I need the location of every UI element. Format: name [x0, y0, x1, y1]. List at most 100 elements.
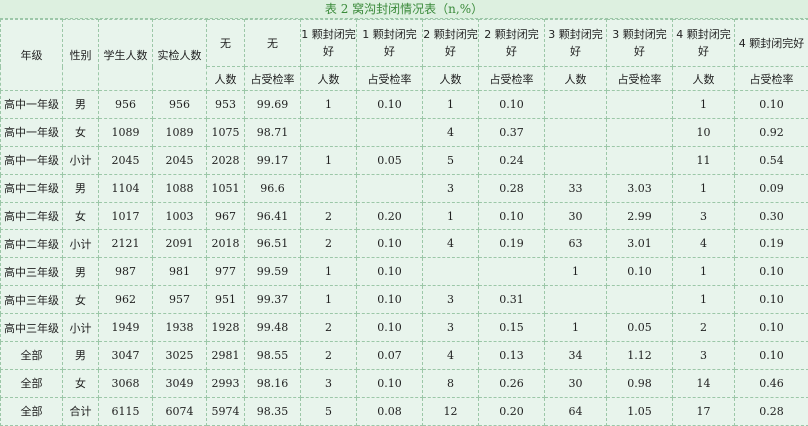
cell-value: 2091	[153, 230, 207, 258]
cell-value: 3	[301, 369, 357, 397]
cell-gender: 男	[63, 174, 99, 202]
cell-value: 1	[301, 91, 357, 119]
cell-value: 98.35	[245, 397, 301, 425]
cell-value: 0.10	[735, 314, 808, 342]
cell-value: 3068	[99, 369, 153, 397]
cell-value: 0.10	[479, 202, 545, 230]
header-group-sub: 人数	[207, 67, 245, 91]
cell-value: 0.10	[357, 258, 423, 286]
header-group-top: 3 颗封闭完好	[545, 20, 607, 67]
cell-value: 1104	[99, 174, 153, 202]
cell-value: 1.12	[607, 342, 673, 370]
cell-value: 967	[207, 202, 245, 230]
table-row: 全部合计61156074597498.3550.08120.20641.0517…	[1, 397, 808, 425]
cell-value: 0.08	[357, 397, 423, 425]
table-row: 高中三年级男98798197799.5910.1010.1010.10	[1, 258, 808, 286]
cell-value: 1938	[153, 314, 207, 342]
header-group-sub: 占受检率	[357, 67, 423, 91]
cell-grade: 高中三年级	[1, 286, 63, 314]
header-group-top: 2 颗封闭完好	[479, 20, 545, 67]
cell-value: 0.26	[479, 369, 545, 397]
cell-value: 0.20	[357, 202, 423, 230]
cell-value: 0.10	[479, 91, 545, 119]
table-row: 高中二年级小计21212091201896.5120.1040.19633.01…	[1, 230, 808, 258]
cell-value: 1051	[207, 174, 245, 202]
cell-value: 977	[207, 258, 245, 286]
cell-value: 2981	[207, 342, 245, 370]
cell-value: 0.10	[357, 314, 423, 342]
cell-gender: 男	[63, 91, 99, 119]
cell-gender: 男	[63, 342, 99, 370]
cell-value: 987	[99, 258, 153, 286]
cell-value: 1	[673, 258, 735, 286]
cell-value: 96.41	[245, 202, 301, 230]
cell-value: 0.37	[479, 118, 545, 146]
cell-value: 951	[207, 286, 245, 314]
header-grade: 年级	[1, 20, 63, 91]
table-row: 高中二年级男11041088105196.630.28333.0310.09	[1, 174, 808, 202]
cell-value: 3.01	[607, 230, 673, 258]
cell-value: 1089	[153, 118, 207, 146]
cell-value: 11	[673, 146, 735, 174]
table-header: 年级 性别 学生人数 实检人数 无 无 1 颗封闭完好 1 颗封闭完好 2 颗封…	[1, 20, 808, 91]
cell-value: 1088	[153, 174, 207, 202]
header-group-top: 1 颗封闭完好	[301, 20, 357, 67]
cell-value: 0.31	[479, 286, 545, 314]
header-group-sub: 人数	[301, 67, 357, 91]
sealant-table: 年级 性别 学生人数 实检人数 无 无 1 颗封闭完好 1 颗封闭完好 2 颗封…	[0, 19, 808, 426]
table-row: 全部男30473025298198.5520.0740.13341.1230.1…	[1, 342, 808, 370]
cell-value: 3	[423, 314, 479, 342]
cell-value: 4	[423, 230, 479, 258]
cell-value	[607, 146, 673, 174]
cell-value: 1003	[153, 202, 207, 230]
header-group-top: 4 颗封闭完好	[673, 20, 735, 67]
cell-value: 2045	[99, 146, 153, 174]
cell-value: 0.19	[735, 230, 808, 258]
cell-value: 8	[423, 369, 479, 397]
cell-value: 0.10	[357, 369, 423, 397]
cell-value: 0.54	[735, 146, 808, 174]
cell-value: 99.17	[245, 146, 301, 174]
cell-value: 98.55	[245, 342, 301, 370]
cell-value: 3025	[153, 342, 207, 370]
cell-value: 0.46	[735, 369, 808, 397]
cell-value: 2045	[153, 146, 207, 174]
cell-value: 98.16	[245, 369, 301, 397]
cell-value: 0.20	[479, 397, 545, 425]
cell-value: 1	[545, 258, 607, 286]
cell-value: 3	[673, 202, 735, 230]
cell-value: 1075	[207, 118, 245, 146]
cell-value	[545, 286, 607, 314]
header-group-top: 无	[245, 20, 301, 67]
cell-value: 2028	[207, 146, 245, 174]
cell-value: 953	[207, 91, 245, 119]
cell-value: 2	[301, 342, 357, 370]
cell-value: 96.51	[245, 230, 301, 258]
header-group-sub: 占受检率	[607, 67, 673, 91]
cell-value: 10	[673, 118, 735, 146]
cell-value: 4	[423, 342, 479, 370]
cell-value: 0.92	[735, 118, 808, 146]
cell-value: 0.05	[607, 314, 673, 342]
table-row: 高中三年级女96295795199.3710.1030.3110.10	[1, 286, 808, 314]
cell-value	[301, 174, 357, 202]
cell-value: 0.28	[735, 397, 808, 425]
cell-value: 1	[423, 91, 479, 119]
cell-value: 34	[545, 342, 607, 370]
cell-value: 3049	[153, 369, 207, 397]
cell-value: 0.10	[607, 258, 673, 286]
header-group-top: 3 颗封闭完好	[607, 20, 673, 67]
cell-value: 99.37	[245, 286, 301, 314]
cell-value: 0.07	[357, 342, 423, 370]
header-gender: 性别	[63, 20, 99, 91]
table-row: 高中一年级女10891089107598.7140.37100.92	[1, 118, 808, 146]
document-page: 表 2 窝沟封闭情况表（n,%） 年级 性别 学生人数 实检人数 无	[0, 0, 808, 418]
cell-grade: 全部	[1, 342, 63, 370]
cell-value: 0.30	[735, 202, 808, 230]
cell-value: 2993	[207, 369, 245, 397]
cell-value: 0.15	[479, 314, 545, 342]
cell-value: 2018	[207, 230, 245, 258]
cell-gender: 男	[63, 258, 99, 286]
cell-value: 3	[423, 174, 479, 202]
cell-value	[607, 286, 673, 314]
